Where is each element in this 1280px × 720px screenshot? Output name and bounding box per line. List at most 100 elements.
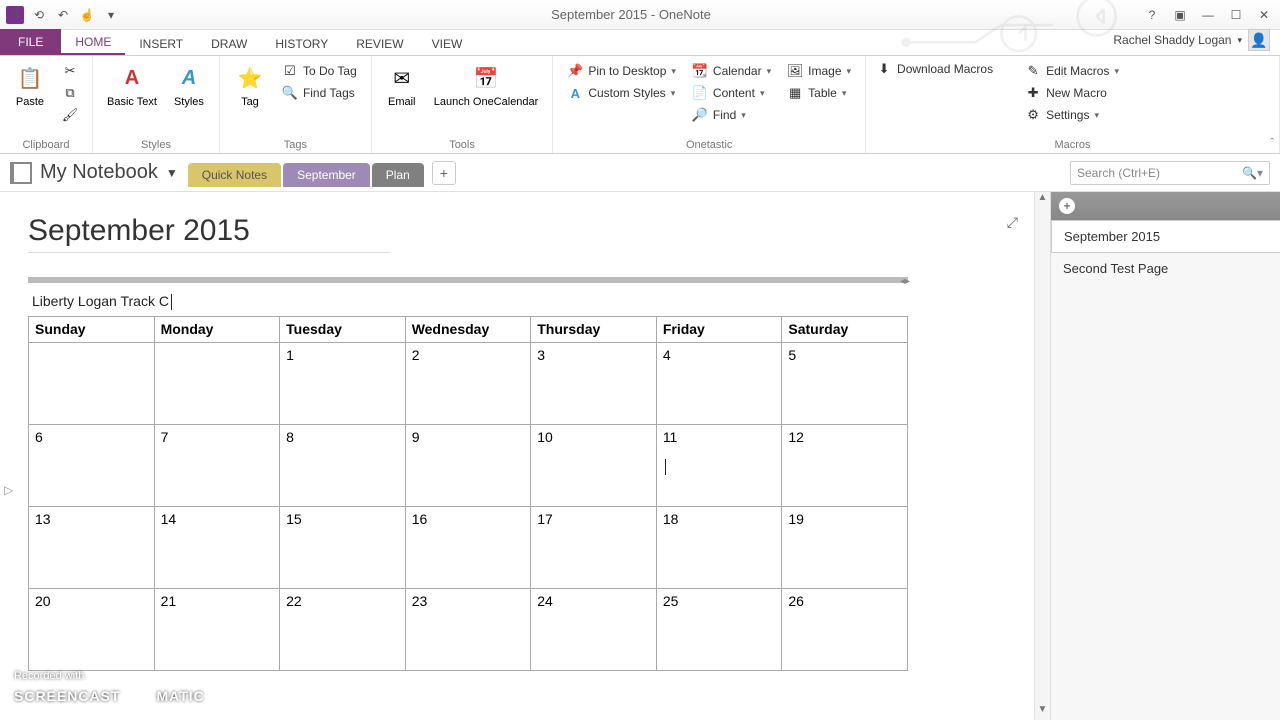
copy-button[interactable]: ⧉ [60,84,80,102]
calendar-cell[interactable]: 11 [656,425,782,507]
row-move-handle-icon[interactable]: ▷ [4,483,13,497]
custom-styles-button[interactable]: ACustom Styles [565,84,678,102]
calendar-cell[interactable]: 16 [405,507,531,589]
calendar-cell[interactable]: 6 [29,425,155,507]
calendar-cell[interactable]: 5 [782,343,908,425]
page-item-second[interactable]: Second Test Page [1051,253,1280,285]
tab-history[interactable]: HISTORY [261,33,342,55]
document-canvas[interactable]: ⤢ September 2015 ◂▸ ▷ Liberty Logan Trac… [0,192,1034,720]
tab-view[interactable]: VIEW [418,33,477,55]
search-icon: 🔍 [282,85,298,101]
pin-icon: 📌 [567,63,583,79]
pin-desktop-button[interactable]: 📌Pin to Desktop [565,62,678,80]
edit-macros-button[interactable]: ✎Edit Macros [1023,62,1121,80]
qat-customize-icon[interactable]: ▾ [102,6,120,24]
group-macros-label: Macros [874,137,1271,151]
calendar-cell[interactable]: 10 [531,425,657,507]
screencast-watermark: Recorded with SCREENCAST MATIC [14,670,205,710]
calendar-cell[interactable]: 4 [656,343,782,425]
user-avatar-icon: 👤 [1248,29,1270,51]
basic-text-button[interactable]: A Basic Text [101,60,163,110]
calendar-cell[interactable]: 15 [280,507,406,589]
tab-review[interactable]: REVIEW [342,33,417,55]
title-bar: N ⟲ ↶ ☝ ▾ September 2015 - OneNote ? ▣ —… [0,0,1280,30]
minimize-icon[interactable]: — [1198,8,1218,22]
calendar-cell[interactable]: 22 [280,589,406,671]
calendar-cell[interactable]: 23 [405,589,531,671]
calendar-cell[interactable]: 19 [782,507,908,589]
calendar-cell[interactable]: 17 [531,507,657,589]
add-page-button[interactable]: + [1051,192,1280,220]
page-title[interactable]: September 2015 [28,214,390,253]
image-menu-button[interactable]: 🖼Image [785,62,853,80]
paste-button[interactable]: 📋 Paste [8,60,52,110]
calendar-cell[interactable]: 1 [280,343,406,425]
content-menu-button[interactable]: 📄Content [690,84,773,102]
tab-insert[interactable]: INSERT [125,33,197,55]
download-macros-button[interactable]: ⬇Download Macros [874,60,995,78]
calendar-cell[interactable]: 21 [154,589,280,671]
tab-draw[interactable]: DRAW [197,33,261,55]
user-account[interactable]: Rachel Shaddy Logan ▾ 👤 [1103,25,1280,55]
calendar-cell[interactable]: 2 [405,343,531,425]
calendar-cell[interactable]: 26 [782,589,908,671]
qat-back-icon[interactable]: ⟲ [30,6,48,24]
qat-undo-icon[interactable]: ↶ [54,6,72,24]
email-button[interactable]: ✉ Email [380,60,424,110]
section-tab-september[interactable]: September [283,163,370,187]
calendar-menu-button[interactable]: 📆Calendar [690,62,773,80]
new-section-button[interactable]: + [432,161,456,185]
close-icon[interactable]: ✕ [1254,8,1274,22]
section-tab-quicknotes[interactable]: Quick Notes [188,163,281,187]
scroll-up-icon[interactable]: ▲ [1035,192,1050,208]
settings-button[interactable]: ⚙Settings [1023,106,1121,124]
calendar-cell[interactable]: 18 [656,507,782,589]
new-macro-button[interactable]: ✚New Macro [1023,84,1121,102]
calendar-cell[interactable]: 20 [29,589,155,671]
calendar-cell[interactable] [154,343,280,425]
styles-button[interactable]: A Styles [167,60,211,110]
collapse-ribbon-icon[interactable]: ˆ [1270,137,1274,149]
cut-button[interactable]: ✂ [60,62,80,80]
section-tab-plan[interactable]: Plan [372,163,424,187]
calendar-cell[interactable]: 9 [405,425,531,507]
table-menu-button[interactable]: ▦Table [785,84,853,102]
onenote-icon: N [6,6,24,24]
calendar-caption[interactable]: Liberty Logan Track C [28,283,908,316]
calendar-cell[interactable] [29,343,155,425]
calendar-cell[interactable]: 3 [531,343,657,425]
qat-touch-icon[interactable]: ☝ [78,6,96,24]
calendar-table[interactable]: Sunday Monday Tuesday Wednesday Thursday… [28,316,908,671]
section-tabs: Quick Notes September Plan + [188,161,456,185]
calendar-cell[interactable]: 8 [280,425,406,507]
tab-home[interactable]: HOME [61,31,125,55]
help-icon[interactable]: ? [1142,8,1162,22]
calendar-cell[interactable]: 24 [531,589,657,671]
calendar-cell[interactable]: 12 [782,425,908,507]
vertical-scrollbar[interactable]: ▲ ▼ [1034,192,1050,720]
find-menu-button[interactable]: 🔎Find [690,106,773,124]
fullscreen-icon[interactable]: ⤢ [1007,214,1018,231]
ribbon-display-icon[interactable]: ▣ [1170,8,1190,22]
calendar-cell[interactable]: 14 [154,507,280,589]
group-onetastic: 📌Pin to Desktop ACustom Styles 📆Calendar… [553,56,866,153]
tab-file[interactable]: FILE [0,29,61,55]
format-painter-button[interactable]: 🖌 [60,106,80,124]
basic-text-label: Basic Text [107,96,157,108]
group-clipboard: 📋 Paste ✂ ⧉ 🖌 Clipboard [0,56,93,153]
find-tags-button[interactable]: 🔍Find Tags [280,84,359,102]
todo-tag-button[interactable]: ☑To Do Tag [280,62,359,80]
group-tools-label: Tools [380,137,545,151]
launch-onecalendar-button[interactable]: 📅 Launch OneCalendar [428,60,545,110]
page-item-current[interactable]: September 2015 [1051,220,1280,253]
scroll-down-icon[interactable]: ▼ [1035,704,1050,720]
container-resize-handle[interactable]: ◂▸ [900,276,910,287]
calendar-container: ◂▸ ▷ Liberty Logan Track C Sunday Monday… [28,277,908,671]
maximize-icon[interactable]: ☐ [1226,8,1246,22]
notebook-selector[interactable]: My Notebook ▼ [10,161,178,184]
search-input[interactable]: Search (Ctrl+E) 🔍▾ [1070,161,1270,185]
tag-button[interactable]: ⭐ Tag [228,60,272,110]
calendar-cell[interactable]: 7 [154,425,280,507]
calendar-cell[interactable]: 25 [656,589,782,671]
calendar-cell[interactable]: 13 [29,507,155,589]
